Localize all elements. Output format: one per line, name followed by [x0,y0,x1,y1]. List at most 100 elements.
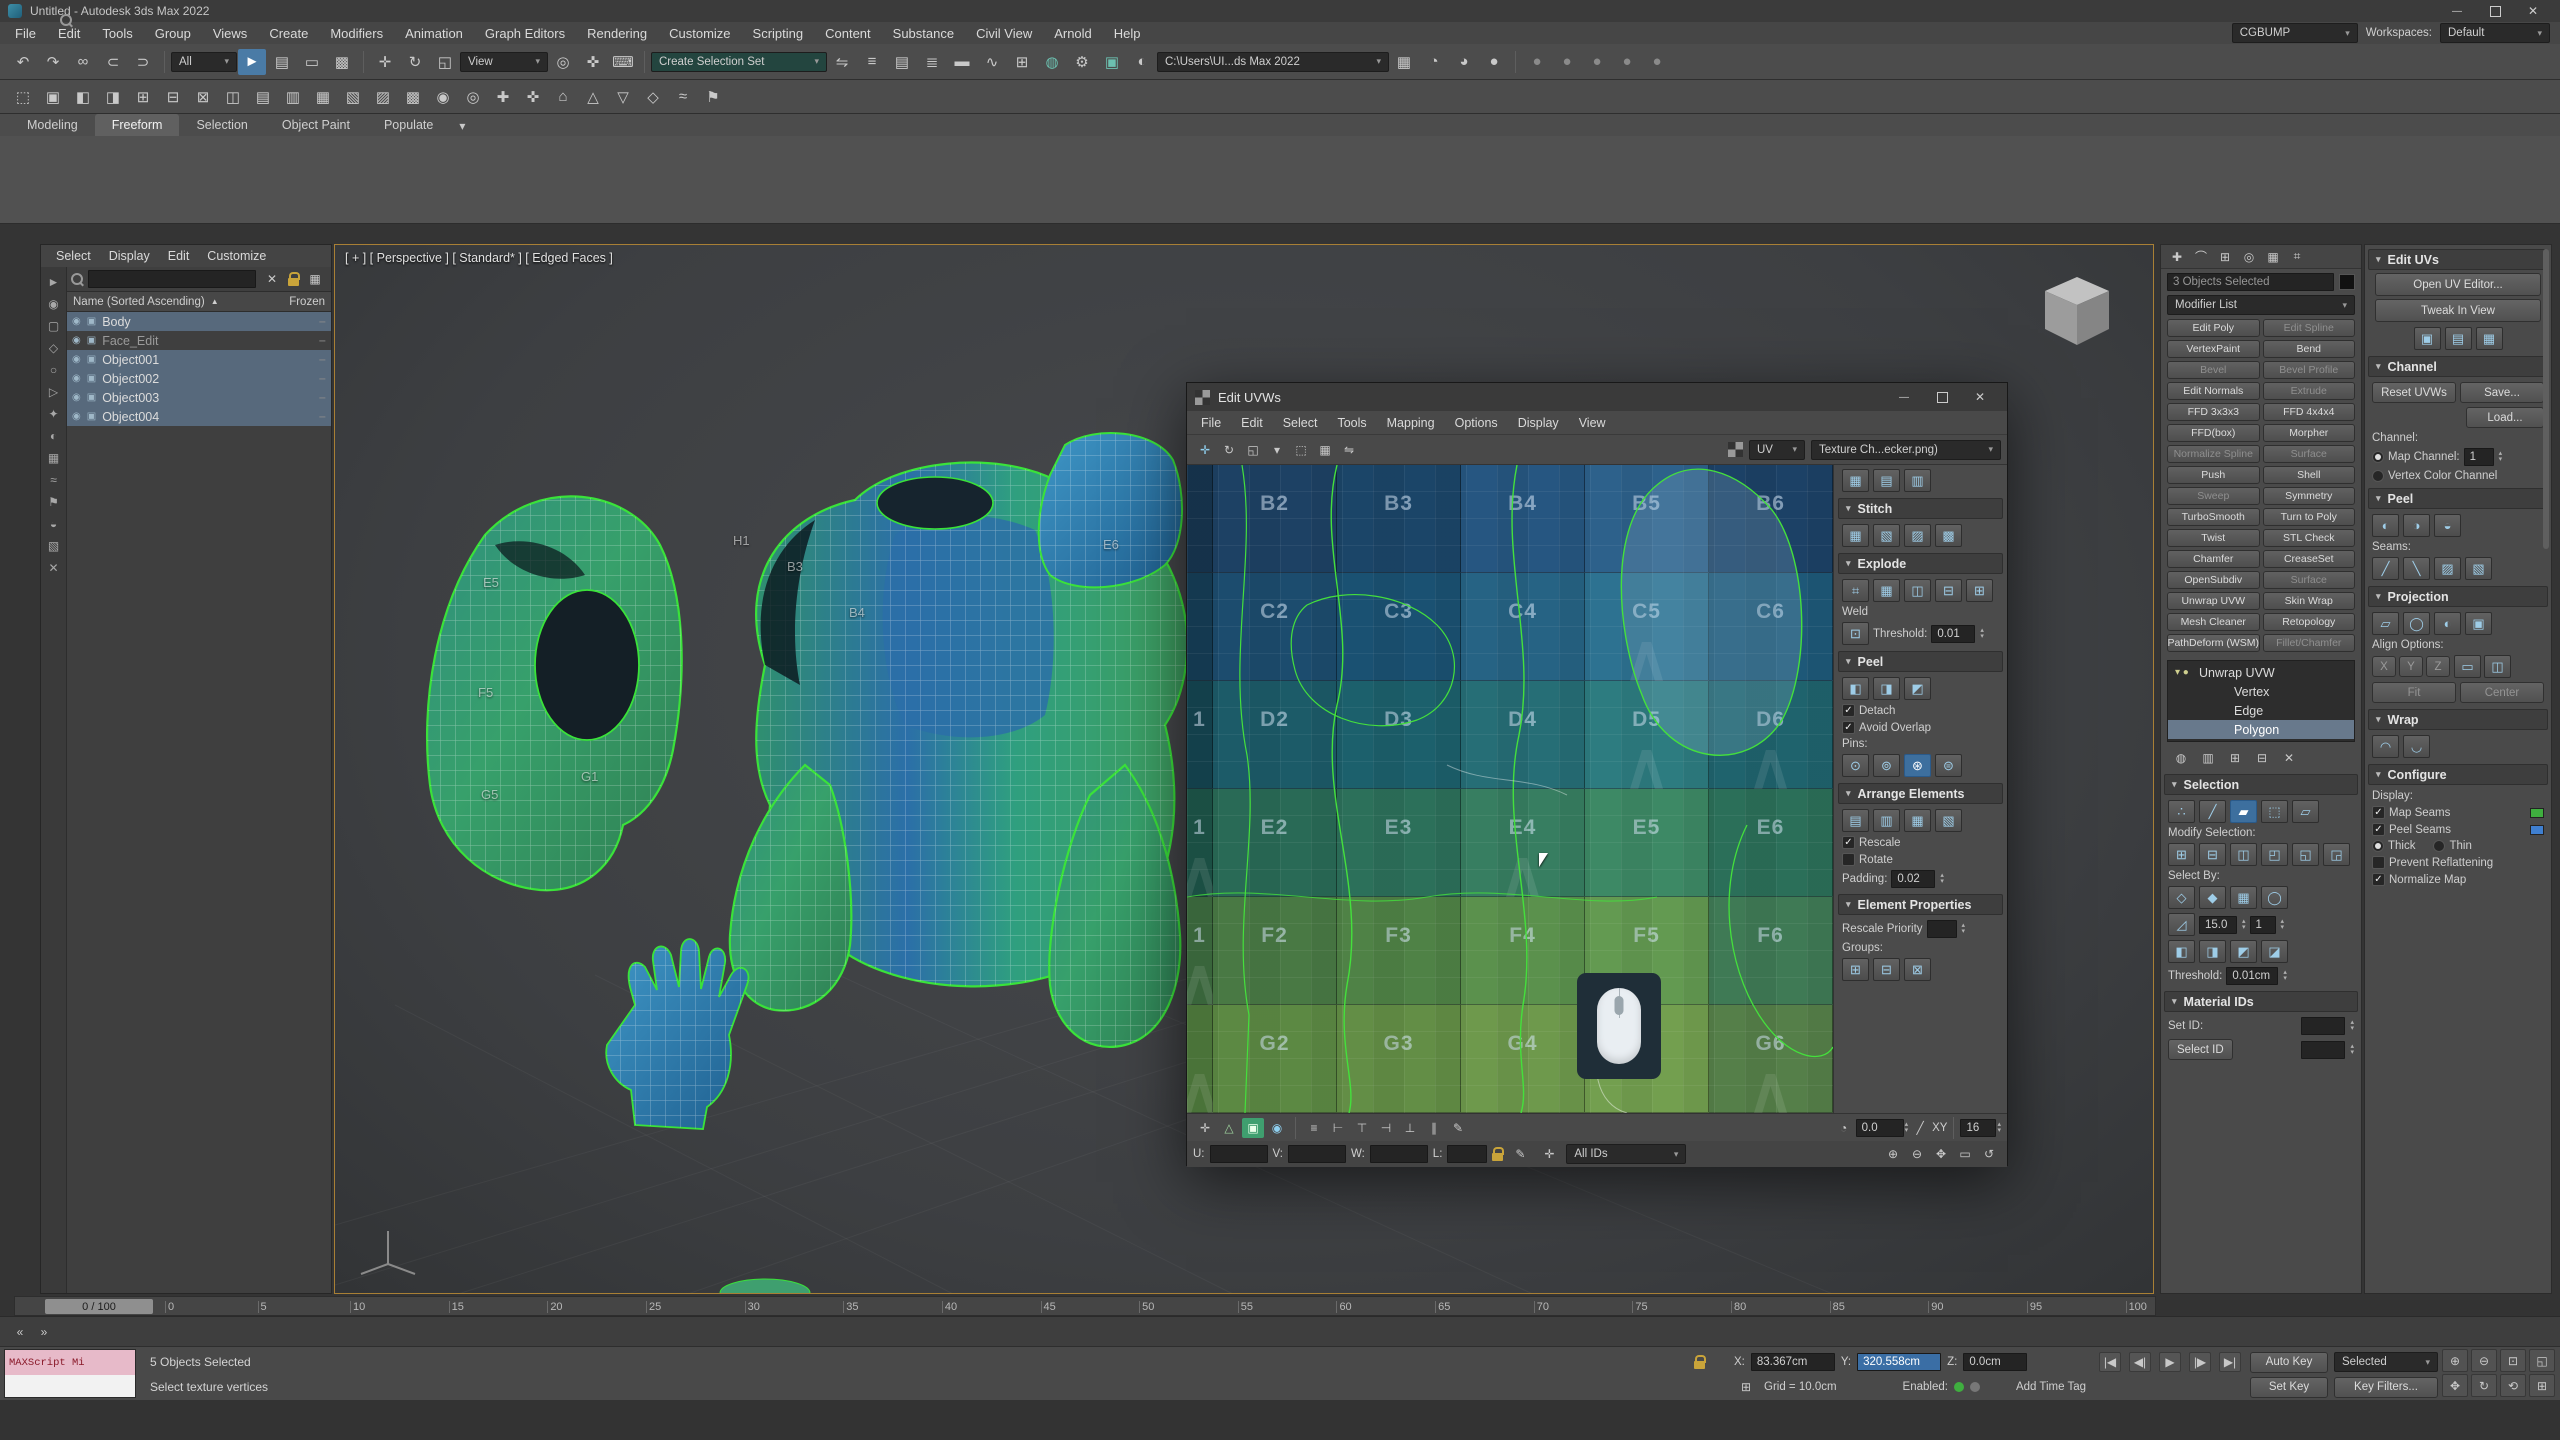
modifier-button[interactable]: Symmetry [2263,487,2356,505]
dialog-maximize-button[interactable] [1923,387,1961,407]
name-column-header[interactable]: Name (Sorted Ascending) [73,296,205,308]
w-field[interactable] [1370,1145,1428,1163]
planar-angle-icon[interactable]: ◿ [2168,913,2195,936]
explode-tool-icon[interactable]: ⊞ [1966,579,1993,602]
toolbar-icon[interactable]: ▣ [1098,49,1126,75]
viewport-nav-icon[interactable]: ⟲ [2500,1374,2526,1397]
uv-align-icon[interactable]: ≡ [1303,1118,1325,1138]
explorer-menu-item[interactable]: Edit [159,245,199,267]
texture-list-dropdown[interactable]: Texture Ch...ecker.png) [1811,440,2001,460]
dialog-title-bar[interactable]: Edit UVWs ✕ [1187,383,2007,411]
planar-angle-spinner[interactable] [2242,919,2246,931]
uv-tool-icon[interactable]: ⬚ [1290,440,1312,460]
weld-icon[interactable]: ⊡ [1842,622,1869,645]
show-map-icon[interactable] [1728,442,1743,457]
modifier-button[interactable]: PathDeform (WSM) [2167,634,2260,652]
trackbar-nav-icon[interactable]: « [9,1322,31,1342]
uv-align-icon[interactable]: ⊤ [1351,1118,1373,1138]
menu-item[interactable]: Rendering [576,22,658,44]
menu-item[interactable]: Help [1103,22,1152,44]
lock-icon[interactable] [288,278,299,286]
toolbar-icon[interactable]: ◧ [69,84,97,110]
projection-mode-icon[interactable]: ▣ [2465,612,2492,635]
rescale-priority-spinner[interactable] [1962,923,1966,935]
cgbump-dropdown[interactable]: CGBUMP [2232,23,2358,43]
frozen-toggle[interactable]: − [319,410,326,424]
uv-tool-icon[interactable]: ↻ [1218,440,1240,460]
uv-tool-icon[interactable]: ✛ [1194,440,1216,460]
scene-object-row[interactable]: ◉ ▣ Object001 − [67,350,331,369]
modifier-button[interactable]: Shell [2263,466,2356,484]
menu-item[interactable]: Scripting [742,22,815,44]
uv-zoom-icon[interactable]: ✥ [1930,1144,1952,1164]
explorer-filter-icon[interactable]: ✦ [43,403,65,425]
map-channel-field[interactable]: 1 [2464,448,2494,466]
command-tab-icon[interactable]: ⌒ [2190,247,2212,267]
stitch-tool-icon[interactable]: ▦ [1842,524,1869,547]
params-scrollbar[interactable] [2543,249,2549,549]
uv-bottom-icon[interactable]: ◉ [1266,1118,1288,1138]
uv-quick-icon[interactable]: ▦ [1842,469,1869,492]
scene-object-row[interactable]: ◉ ▣ Object002 − [67,369,331,388]
modifier-button[interactable]: Fillet/Chamfer [2263,634,2356,652]
projection-mode-icon[interactable]: ◐ [2434,612,2461,635]
visibility-icon[interactable]: ◉ [72,392,81,403]
prevent-reflattening-checkbox[interactable] [2372,856,2385,869]
uv-bottom-icon[interactable]: △ [1218,1118,1240,1138]
arrange-rollout-header[interactable]: Arrange Elements [1838,783,2003,804]
uv-zoom-icon[interactable]: ↺ [1978,1144,2000,1164]
toolbar-icon[interactable]: ▦ [1390,49,1418,75]
minimize-button[interactable] [2438,1,2476,21]
peel-seams-color-swatch[interactable] [2530,825,2544,835]
menu-item[interactable]: Tools [91,22,143,44]
uv-align-icon[interactable]: ⊥ [1399,1118,1421,1138]
dialog-menu-item[interactable]: File [1191,411,1231,435]
explorer-filter-icon[interactable]: ▷ [43,381,65,403]
modifier-stack-row[interactable]: Edge [2168,701,2354,720]
track-bar[interactable]: «» [0,1316,2560,1346]
fit-button[interactable]: Fit [2372,682,2456,703]
align-axis-button[interactable]: X [2372,656,2396,677]
selection-lock-icon[interactable] [1694,1361,1705,1369]
close-button[interactable]: ✕ [2514,1,2552,21]
explorer-filter-icon[interactable]: ⚑ [43,491,65,513]
menu-item[interactable]: Content [814,22,882,44]
uv-tool-icon[interactable]: ⇋ [1338,440,1360,460]
command-tab-icon[interactable]: ⊞ [2214,247,2236,267]
project-path-dropdown[interactable]: C:\Users\UI...ds Max 2022 [1157,52,1389,72]
explorer-filter-icon[interactable]: ○ [43,359,65,381]
selection-threshold-field[interactable]: 0.01cm [2226,967,2278,985]
menu-item[interactable]: Modifiers [319,22,394,44]
explode-tool-icon[interactable]: ▦ [1873,579,1900,602]
subobject-mode-icon[interactable]: ∴ [2168,800,2195,823]
modifier-button[interactable]: Surface [2263,571,2356,589]
ribbon-collapse-icon[interactable]: ▾ [451,116,473,136]
viewcube[interactable] [2035,269,2119,353]
channel-rollout-header[interactable]: Channel [2368,356,2548,377]
pin-tool-icon[interactable]: ⊜ [1935,754,1962,777]
toolbar-icon[interactable]: ⬚ [9,84,37,110]
open-uv-editor-button[interactable]: Open UV Editor... [2375,273,2541,296]
dialog-close-button[interactable]: ✕ [1961,387,1999,407]
modifier-button[interactable]: OpenSubdiv [2167,571,2260,589]
v-field[interactable] [1288,1145,1346,1163]
add-time-tag[interactable]: Add Time Tag [2016,1381,2086,1393]
uv-quick-icon[interactable]: ▥ [1904,469,1931,492]
uv-align-icon[interactable]: ∥ [1423,1118,1445,1138]
toolbar-icon[interactable]: ◐ [1128,49,1156,75]
menu-item[interactable]: Animation [394,22,474,44]
selection-extra-icon[interactable]: ◧ [2168,940,2195,963]
toolbar-icon[interactable]: ✜ [519,84,547,110]
uv-bottom-icon[interactable]: ✛ [1194,1118,1216,1138]
toolbar-icon[interactable]: ► [238,49,266,75]
l-field[interactable] [1447,1145,1487,1163]
stitch-tool-icon[interactable]: ▩ [1935,524,1962,547]
wrap-tool-icon[interactable]: ◠ [2372,735,2399,758]
select-by-icon[interactable]: ◇ [2168,886,2195,909]
toolbar-icon[interactable]: ◇ [639,84,667,110]
command-tab-icon[interactable]: ✚ [2166,247,2188,267]
maxscript-mini-listener[interactable]: MAXScript Mi [4,1349,136,1398]
subobject-mode-icon[interactable]: ╱ [2199,800,2226,823]
maxscript-listener-input[interactable] [5,1375,135,1397]
playback-button[interactable]: ◀| [2129,1352,2151,1372]
